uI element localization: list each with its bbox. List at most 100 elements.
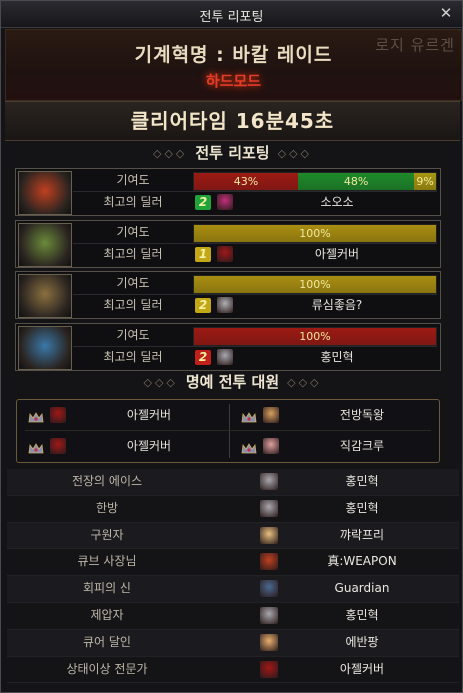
award-row[interactable]: 회피의 신 Guardian xyxy=(7,576,459,603)
report-section-title: ◇◇◇ 전투 리포팅 ◇◇◇ xyxy=(5,142,460,164)
difficulty-mode: 하드모드 xyxy=(205,72,262,90)
crown-icon xyxy=(241,440,257,454)
character-portrait-icon xyxy=(260,553,278,571)
character-portrait-icon xyxy=(217,349,233,365)
character-portrait-icon xyxy=(260,633,278,651)
award-recipient: 홍민혁 xyxy=(345,607,379,622)
party-card: 기여도 100% 최고의 딜러 2 홍민혁 xyxy=(15,323,441,371)
honor-title: 명예 전투 대원 xyxy=(185,373,280,391)
dealer-name: 류심좋음? xyxy=(311,298,363,312)
award-recipient: 真:WEAPON xyxy=(327,554,397,569)
party-leader-portrait xyxy=(18,171,72,215)
window-title: 전투 리포팅 xyxy=(199,10,264,25)
award-row[interactable]: 전장의 에이스 홍민혁 xyxy=(7,469,459,496)
dealer-name: 소오소 xyxy=(320,195,354,209)
award-recipient: 꺄락프리 xyxy=(339,527,385,542)
crown-icon xyxy=(28,440,44,454)
award-row[interactable]: 한방 홍민혁 xyxy=(7,495,459,523)
award-row[interactable]: 구원자 꺄락프리 xyxy=(7,522,459,550)
contribution-segment: 100% xyxy=(194,276,436,293)
contribution-segment: 9% xyxy=(414,173,436,190)
honor-member-name: 직감크루 xyxy=(339,439,385,453)
award-title: 회피의 신 xyxy=(83,581,131,596)
character-portrait-icon xyxy=(217,246,233,262)
character-portrait-icon xyxy=(50,407,66,423)
contribution-segment: 100% xyxy=(194,225,436,242)
dealer-name: 홍민혁 xyxy=(320,350,354,364)
raid-header: 로지 유르겐 기계혁명 : 바칼 레이드 하드모드 xyxy=(5,29,462,101)
award-title: 구원자 xyxy=(90,527,124,542)
best-dealer[interactable]: 2 홍민혁 xyxy=(193,347,437,368)
contribution-segment: 100% xyxy=(194,328,436,345)
best-dealer-label: 최고의 딜러 xyxy=(103,298,163,312)
rank-badge-icon: 1 xyxy=(195,247,211,262)
contribution-label: 기여도 xyxy=(116,173,150,187)
best-dealer-row: 최고의 딜러 1 아젤커버 xyxy=(73,244,437,265)
award-recipient: 아젤커버 xyxy=(339,661,385,676)
best-dealer-label: 최고의 딜러 xyxy=(103,350,163,364)
awards-table: 전장의 에이스 홍민혁 한방 홍민혁 구원자 꺄락프리 큐브 사장님 真:WEAPON 회피의 … xyxy=(7,469,459,684)
party-card: 기여도 100% 최고의 딜러 2 류심좋음? xyxy=(15,271,441,319)
character-portrait-icon xyxy=(260,660,278,678)
contribution-bar: 100% xyxy=(193,327,437,346)
raid-name: 기계혁명 : 바칼 레이드 xyxy=(134,44,333,66)
best-dealer[interactable]: 2 소오소 xyxy=(193,192,437,213)
honor-member[interactable]: 직감크루 xyxy=(231,432,439,460)
award-row[interactable]: 큐브 사장님 真:WEAPON xyxy=(7,549,459,577)
award-title: 한방 xyxy=(95,500,119,515)
award-title: 제압자 xyxy=(90,607,124,622)
award-title: 큐어 달인 xyxy=(83,634,131,649)
best-dealer-label: 최고의 딜러 xyxy=(103,247,163,261)
character-portrait-icon xyxy=(260,526,278,544)
honor-member-name: 아젤커버 xyxy=(126,439,172,453)
award-title: 큐브 사장님 xyxy=(77,554,137,569)
close-icon[interactable]: ✕ xyxy=(438,4,454,22)
contribution-label: 기여도 xyxy=(116,276,150,290)
contribution-row: 기여도 100% xyxy=(73,222,437,244)
honor-member-name: 아젤커버 xyxy=(126,408,172,422)
party-card: 기여도 100% 최고의 딜러 1 아젤커버 xyxy=(15,220,441,268)
character-portrait-icon xyxy=(263,407,279,423)
best-dealer-label: 최고의 딜러 xyxy=(103,195,163,209)
best-dealer[interactable]: 1 아젤커버 xyxy=(193,244,437,265)
best-dealer[interactable]: 2 류심좋음? xyxy=(193,295,437,316)
ornament-left: ◇◇◇ xyxy=(143,376,178,389)
ornament-right: ◇◇◇ xyxy=(277,147,312,160)
character-portrait-icon xyxy=(217,194,233,210)
ornament-left: ◇◇◇ xyxy=(152,147,188,160)
character-portrait-icon xyxy=(263,438,279,454)
title-bar[interactable]: 전투 리포팅 ✕ xyxy=(1,1,462,28)
ornament-right: ◇◇◇ xyxy=(287,376,322,389)
honor-member[interactable]: 아젤커버 xyxy=(18,401,226,429)
award-title: 전장의 에이스 xyxy=(71,474,143,488)
rank-badge-icon: 2 xyxy=(195,298,211,313)
best-dealer-row: 최고의 딜러 2 류심좋음? xyxy=(73,295,437,316)
contribution-bar: 43% 48% 9% xyxy=(193,172,437,191)
crown-icon xyxy=(241,409,257,423)
clear-time: 클리어타임 16분45초 xyxy=(5,101,460,141)
best-dealer-row: 최고의 딜러 2 홍민혁 xyxy=(73,347,437,368)
rank-badge-icon: 2 xyxy=(195,195,211,210)
contribution-row: 기여도 43% 48% 9% xyxy=(73,170,437,192)
party-leader-portrait xyxy=(18,326,72,370)
crown-icon xyxy=(28,409,44,423)
contribution-segment: 48% xyxy=(298,173,415,190)
award-recipient: 홍민혁 xyxy=(345,474,379,488)
contribution-bar: 100% xyxy=(193,275,437,294)
award-recipient: Guardian xyxy=(334,581,390,596)
character-portrait-icon xyxy=(260,499,278,517)
contribution-label: 기여도 xyxy=(116,328,150,342)
best-dealer-row: 최고의 딜러 2 소오소 xyxy=(73,192,437,213)
party-leader-portrait xyxy=(18,223,72,267)
dealer-name: 아젤커버 xyxy=(314,247,360,261)
divider xyxy=(25,430,431,431)
award-row[interactable]: 큐어 달인 에반팡 xyxy=(7,629,459,657)
character-portrait-icon xyxy=(260,580,278,598)
character-portrait-icon xyxy=(217,297,233,313)
award-row[interactable]: 제압자 홍민혁 xyxy=(7,602,459,630)
award-row[interactable]: 상태이상 전문가 아젤커버 xyxy=(7,656,459,684)
honor-member[interactable]: 아젤커버 xyxy=(18,432,226,460)
honor-member[interactable]: 전방독왕 xyxy=(231,401,439,429)
award-recipient: 에반팡 xyxy=(345,634,379,649)
battle-report-window: 전투 리포팅 ✕ 로지 유르겐 기계혁명 : 바칼 레이드 하드모드 클리어타임… xyxy=(0,0,463,693)
